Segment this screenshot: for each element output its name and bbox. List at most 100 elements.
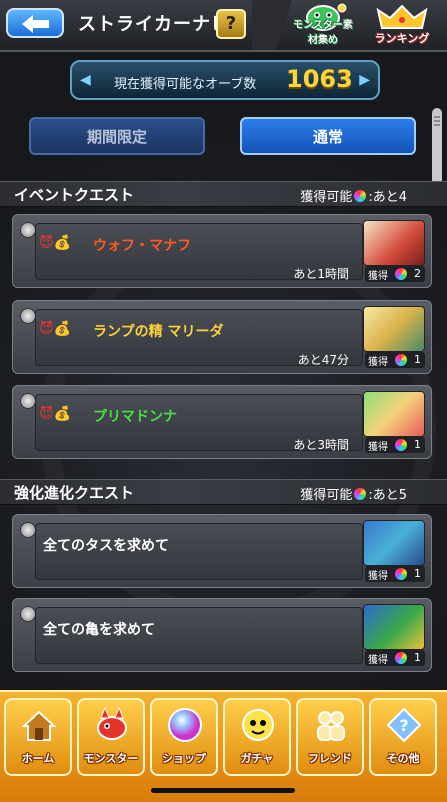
nav-label: ホーム [21,752,55,765]
treasure-icon: 💰 [53,235,72,251]
obtain-label: 獲得 [368,655,388,666]
crown-icon [376,4,428,29]
orb-icon [395,568,407,580]
obtain-value: 1 [414,438,421,451]
orb-icon [354,190,367,202]
orb-icon [395,439,407,451]
section-remaining: 獲得可能 :あと5 [300,484,407,503]
help-button[interactable]: ? [216,9,246,39]
section-title: 強化進化クエスト [14,484,135,502]
obtain-count: 獲得 1 [365,566,425,582]
quest-name: ウォフ・マナフ [93,238,191,254]
obtain-value: 2 [414,267,421,280]
devil-icon: 😈 [39,406,54,422]
svg-text:?: ? [399,716,408,735]
obtain-label: 獲得 [368,571,388,582]
quest-time-remaining: あと1時間 [293,267,349,281]
home-icon [21,710,57,741]
remaining-count: :あと5 [368,488,407,503]
remaining-count: :あと4 [368,190,407,205]
remaining-label: 獲得可能 [300,488,353,503]
scrollbar-thumb[interactable] [432,108,442,186]
scrollbar-grip [434,120,440,122]
obtain-value: 1 [414,651,421,664]
obtain-count: 獲得 1 [365,650,425,666]
quest-card[interactable]: 😈💰 プリマドンナ あと3時間 獲得 1 [12,385,432,459]
back-arrow-icon [22,15,49,33]
nav-label: モンスター [83,752,139,765]
tab-normal[interactable]: 通常 [240,117,416,155]
pin-icon [20,308,36,324]
dragon-icon [97,706,127,740]
orb-counter-label: 現在獲得可能なオーブ数 [114,77,257,92]
nav-label: ショップ [162,752,206,765]
treasure-icon: 💰 [53,321,72,337]
obtain-label: 獲得 [368,271,388,282]
monster-material-label: モンスター素材集め [293,20,353,46]
obtain-count: 獲得 1 [365,437,425,453]
bottom-nav: ホーム モンスター ショップ ガチャ フレンド ? その他 [0,690,447,802]
scrollbar-grip [434,124,440,126]
nav-friend[interactable]: フレンド [296,698,364,776]
orb-icon [168,708,202,742]
header-divider [252,0,292,50]
pin-icon [20,606,36,622]
nav-home[interactable]: ホーム [4,698,72,776]
quest-type-icons: 😈💰 [39,406,71,422]
pin-icon [20,522,36,538]
quest-type-icons: 😈💰 [39,321,71,337]
orb-counter: ◀ 現在獲得可能なオーブ数 1063 ▶ [70,60,380,100]
obtain-count: 獲得 1 [365,352,425,368]
orb-icon [354,488,367,500]
monster-thumbnail [363,520,425,566]
pin-icon [20,222,36,238]
evolution-quest-section-header: 強化進化クエスト 獲得可能 :あと5 [0,479,447,505]
monster-material-button[interactable]: モンスター素材集め [290,2,356,48]
obtain-label: 獲得 [368,442,388,453]
section-remaining: 獲得可能 :あと4 [300,186,407,205]
monster-thumbnail [363,220,425,266]
nav-other[interactable]: ? その他 [369,698,437,776]
orb-icon [395,268,407,280]
quest-name: 全ての亀を求めて [43,622,155,638]
treasure-icon: 💰 [53,406,72,422]
obtain-count: 獲得 2 [365,266,425,282]
quest-name: プリマドンナ [93,409,177,425]
nav-monster[interactable]: モンスター [77,698,145,776]
pin-icon [20,393,36,409]
remaining-label: 獲得可能 [300,190,353,205]
monster-thumbnail [363,604,425,650]
page-title: ストライカーナビ [78,14,230,35]
orb-counter-value: 1063 [286,65,353,93]
quest-name: 全てのタスを求めて [43,538,169,554]
devil-icon: 😈 [39,321,54,337]
nav-label: ガチャ [240,752,274,765]
obtain-value: 1 [414,353,421,366]
back-button[interactable] [6,8,64,38]
orb-icon [395,652,407,664]
quest-card[interactable]: 😈💰 ランプの精 マリーダ あと47分 獲得 1 [12,300,432,374]
chevron-right-icon: ▶ [359,72,370,88]
quest-card[interactable]: 全てのタスを求めて 獲得 1 [12,514,432,588]
gacha-icon [242,709,274,741]
chevron-left-icon: ◀ [80,72,91,88]
home-indicator[interactable] [151,788,295,793]
event-quest-section-header: イベントクエスト 獲得可能 :あと4 [0,181,447,207]
quest-type-icons: 😈💰 [39,235,71,251]
friend-icon [317,711,345,741]
quest-card[interactable]: 😈💰 ウォフ・マナフ あと1時間 獲得 2 [12,214,432,288]
top-header: ストライカーナビ ? モンスター素材集め ランキング [0,0,447,52]
obtain-label: 獲得 [368,357,388,368]
nav-shop[interactable]: ショップ [150,698,218,776]
nav-gacha[interactable]: ガチャ [223,698,291,776]
ranking-label: ランキング [374,32,430,45]
scrollbar-grip [434,116,440,118]
section-title: イベントクエスト [14,186,135,204]
monster-thumbnail [363,391,425,437]
tab-limited[interactable]: 期間限定 [29,117,205,155]
ranking-button[interactable]: ランキング [364,2,440,48]
question-icon: ? [386,707,422,743]
nav-label: その他 [386,752,420,765]
orb-icon [395,354,407,366]
quest-card[interactable]: 全ての亀を求めて 獲得 1 [12,598,432,672]
